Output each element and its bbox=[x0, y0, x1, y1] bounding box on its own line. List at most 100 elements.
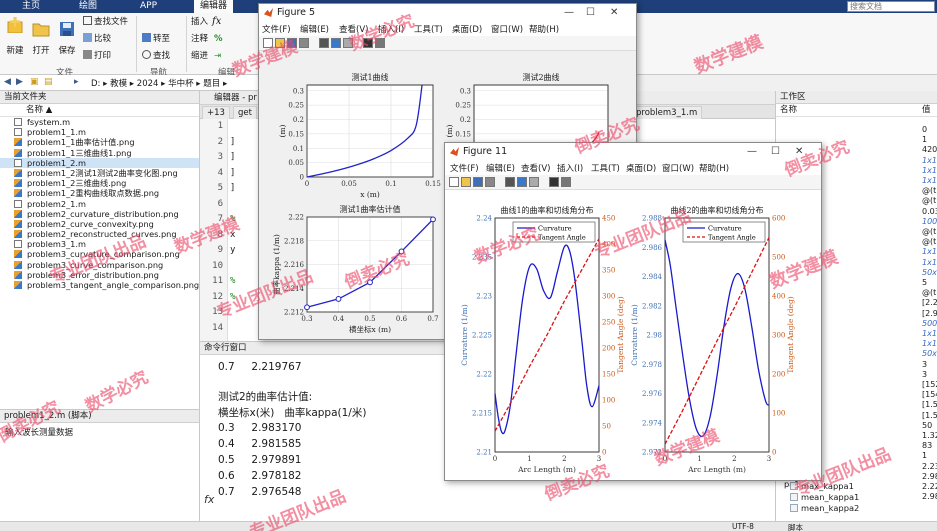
workspace-variable-mean-kappa2[interactable]: mean_kappa2 bbox=[790, 503, 859, 513]
workspace-value-column[interactable]: 值 bbox=[922, 104, 931, 117]
close-icon[interactable]: ✕ bbox=[610, 4, 618, 21]
menu-insert[interactable]: 插入(I) bbox=[557, 162, 583, 174]
indent-icon[interactable]: ⇥ bbox=[214, 50, 221, 62]
file-list-item[interactable]: problem3_tangent_angle_comparison.png bbox=[0, 280, 199, 290]
minimize-icon[interactable]: — bbox=[564, 4, 574, 21]
axes-fig11_curve1[interactable]: 0 1 2 3 2.21 2.215 2.22 2.225 2.23 2.235 2.24 曲线1的曲… bbox=[460, 205, 625, 474]
print-icon[interactable] bbox=[299, 38, 309, 48]
axes-fig5_kappa1[interactable]: 0.3 0.4 0.5 0.6 0.72.2122.2142.2162.2182.22测… bbox=[271, 204, 439, 334]
workspace-name-column[interactable]: 名称 bbox=[780, 104, 797, 117]
workspace-variable-mean-kappa1[interactable]: mean_kappa1 bbox=[790, 492, 859, 502]
save-icon[interactable] bbox=[287, 38, 297, 48]
file-list-item[interactable]: problem1_2测试1测试2曲率变化图.png bbox=[0, 168, 199, 178]
figure-11-window[interactable]: Figure 11 — ☐ ✕ 文件(F) 编辑(E) 查看(V) 插入(I) … bbox=[444, 142, 822, 481]
file-list-item[interactable]: problem1_2.m bbox=[0, 157, 199, 168]
menu-view[interactable]: 查看(V) bbox=[521, 162, 550, 174]
compare-button[interactable]: 比较 bbox=[83, 33, 111, 45]
legend[interactable]: CurvatureTangent Angle bbox=[682, 221, 766, 243]
name-column-header[interactable]: 名称 ▲ bbox=[0, 104, 199, 117]
menu-tools[interactable]: 工具(T) bbox=[591, 162, 620, 174]
property-icon[interactable] bbox=[561, 177, 571, 187]
open-icon[interactable] bbox=[461, 177, 471, 187]
comment-percent-icon[interactable]: % bbox=[214, 33, 223, 45]
find-files-button[interactable]: 查找文件 bbox=[83, 16, 128, 28]
property-icon[interactable] bbox=[375, 38, 385, 48]
menu-file[interactable]: 文件(F) bbox=[262, 23, 291, 35]
figure-11-titlebar[interactable]: Figure 11 — ☐ ✕ bbox=[445, 143, 821, 160]
path-dropdown-icon[interactable]: ▸ bbox=[74, 77, 79, 87]
file-list-item[interactable]: problem1_2三维曲线.png bbox=[0, 178, 199, 188]
browse-folder-icon[interactable]: ▤ bbox=[44, 77, 53, 87]
file-list-item[interactable]: problem1_2重构曲线取点数据.png bbox=[0, 188, 199, 198]
link-icon[interactable] bbox=[505, 177, 515, 187]
colorbar-icon[interactable] bbox=[517, 177, 527, 187]
menu-desktop[interactable]: 桌面(D) bbox=[452, 23, 482, 35]
file-list-item[interactable]: problem2_curve_convexity.png bbox=[0, 219, 199, 229]
back-arrow-icon[interactable]: ◀ bbox=[4, 77, 11, 87]
maximize-icon[interactable]: ☐ bbox=[586, 4, 595, 21]
menu-file[interactable]: 文件(F) bbox=[450, 162, 479, 174]
menu-view[interactable]: 查看(V) bbox=[339, 23, 368, 35]
file-list-item[interactable]: problem2_1.m bbox=[0, 199, 199, 209]
indent-button[interactable]: 缩进 bbox=[191, 50, 208, 62]
file-list-item[interactable]: problem3_1.m bbox=[0, 239, 199, 249]
figure-11-canvas: 0 1 2 3 2.21 2.215 2.22 2.225 2.23 2.235 2.24 曲线1的曲… bbox=[445, 190, 821, 480]
command-prompt-fx-icon[interactable]: fx bbox=[204, 493, 214, 506]
folder-up-icon[interactable]: ▣ bbox=[30, 77, 39, 87]
menu-help[interactable]: 帮助(H) bbox=[529, 23, 559, 35]
menu-tools[interactable]: 工具(T) bbox=[414, 23, 443, 35]
file-list-item[interactable]: problem2_curvature_distribution.png bbox=[0, 209, 199, 219]
legend-icon[interactable] bbox=[343, 38, 353, 48]
figure-5-titlebar[interactable]: Figure 5 — ☐ ✕ bbox=[259, 4, 636, 21]
file-list-item[interactable]: problem3_curvature_comparison.png bbox=[0, 249, 199, 259]
tab-plots[interactable]: 绘图 bbox=[79, 0, 97, 13]
file-list-item[interactable]: problem2_reconstructed_curves.png bbox=[0, 229, 199, 239]
file-list-item[interactable]: problem3_curve_comparison.png bbox=[0, 260, 199, 270]
file-list-item[interactable]: fsystem.m bbox=[0, 117, 199, 127]
menu-help[interactable]: 帮助(H) bbox=[699, 162, 729, 174]
menu-edit[interactable]: 编辑(E) bbox=[486, 162, 515, 174]
editor-tab-overflow[interactable]: +13 bbox=[202, 106, 230, 119]
new-icon[interactable] bbox=[449, 177, 459, 187]
new-icon[interactable] bbox=[263, 38, 273, 48]
go-to-button[interactable]: 转至 bbox=[142, 33, 170, 45]
close-icon[interactable]: ✕ bbox=[795, 143, 803, 160]
search-documentation-input[interactable]: 搜索文档 bbox=[847, 1, 935, 12]
menu-edit[interactable]: 编辑(E) bbox=[300, 23, 329, 35]
axes-fig5_curve1[interactable]: 0 0.05 0.1 0.15 0 0.05 0.1 0.15 0.2 0.25 0.3 测试1曲线 x… bbox=[278, 72, 441, 199]
forward-arrow-icon[interactable]: ▶ bbox=[16, 77, 23, 87]
fx-insert-function-icon[interactable]: fx bbox=[212, 16, 221, 28]
tab-apps[interactable]: APP bbox=[140, 0, 157, 13]
open-icon[interactable] bbox=[275, 38, 285, 48]
editor-tab-problem3-1[interactable]: problem3_1.m bbox=[631, 106, 703, 119]
pointer-icon[interactable] bbox=[549, 177, 559, 187]
file-list-item[interactable]: problem1_1曲率估计值.png bbox=[0, 137, 199, 147]
tab-home[interactable]: 主页 bbox=[22, 0, 40, 13]
maximize-icon[interactable]: ☐ bbox=[771, 143, 780, 160]
save-icon[interactable] bbox=[473, 177, 483, 187]
image-file-icon bbox=[14, 219, 22, 228]
menu-window[interactable]: 窗口(W) bbox=[491, 23, 523, 35]
menu-insert[interactable]: 插入(I) bbox=[378, 23, 404, 35]
print-button[interactable]: 打印 bbox=[83, 50, 111, 62]
menu-desktop[interactable]: 桌面(D) bbox=[626, 162, 656, 174]
current-path-breadcrumb[interactable]: D: ▸ 教模 ▸ 2024 ▸ 华中杯 ▸ 题目 ▸ bbox=[91, 77, 227, 89]
comment-button[interactable]: 注释 bbox=[191, 33, 208, 45]
legend-icon[interactable] bbox=[529, 177, 539, 187]
tab-editor[interactable]: 编辑器 bbox=[194, 0, 234, 13]
workspace-variable-max-kappa1[interactable]: max_kappa1 bbox=[790, 481, 854, 491]
file-list-item[interactable]: problem1_1三维曲线1.png bbox=[0, 148, 199, 158]
legend[interactable]: CurvatureTangent Angle bbox=[512, 221, 596, 243]
colorbar-icon[interactable] bbox=[331, 38, 341, 48]
axes-fig11_curve2[interactable]: 0 1 2 3 2.972 2.974 2.976 2.978 2.98 2.982 2.984 2.… bbox=[630, 205, 795, 474]
file-list-item[interactable]: problem1_1.m bbox=[0, 127, 199, 137]
pointer-icon[interactable] bbox=[363, 38, 373, 48]
find-button[interactable]: 查找 bbox=[142, 50, 170, 62]
editor-tab-get[interactable]: get bbox=[233, 106, 257, 119]
link-icon[interactable] bbox=[319, 38, 329, 48]
insert-button[interactable]: 插入 bbox=[191, 16, 208, 28]
minimize-icon[interactable]: — bbox=[747, 143, 757, 160]
file-list-item[interactable]: problem3_error_distribution.png bbox=[0, 270, 199, 280]
menu-window[interactable]: 窗口(W) bbox=[662, 162, 694, 174]
print-icon[interactable] bbox=[485, 177, 495, 187]
